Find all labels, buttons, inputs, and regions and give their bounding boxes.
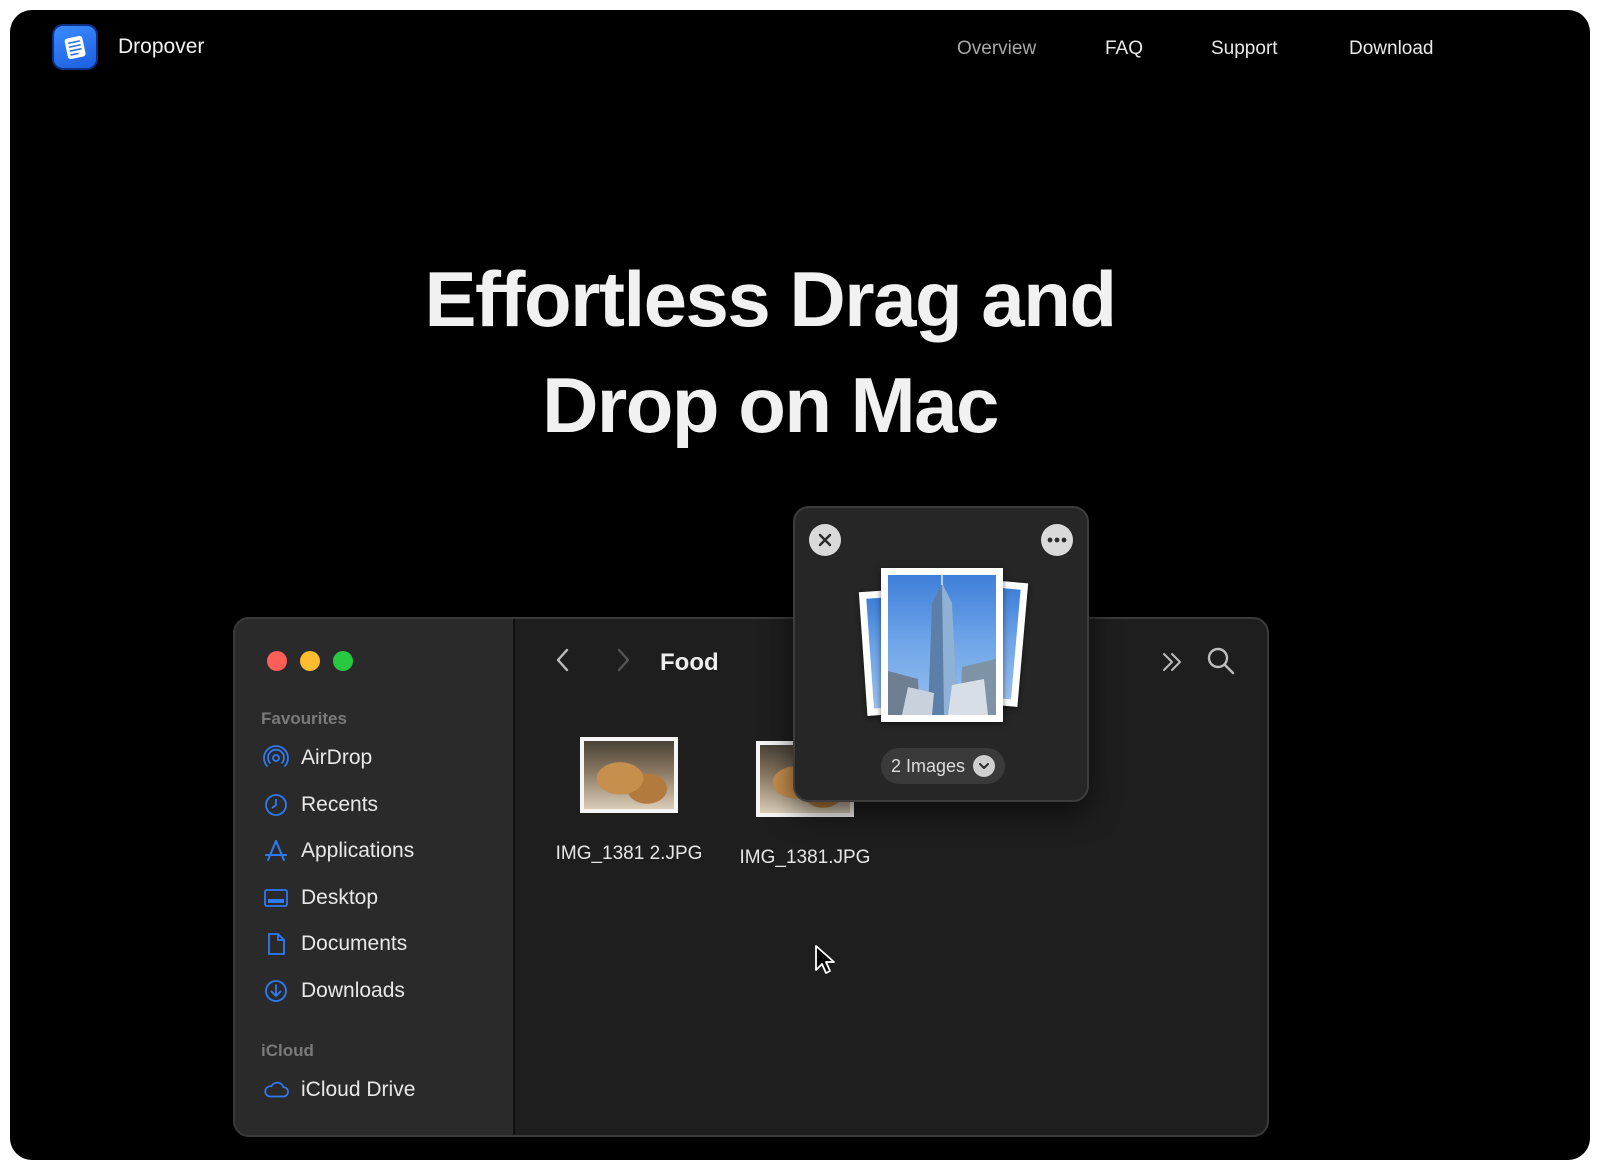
file-item[interactable]: IMG_1381 2.JPG [539,737,719,865]
image-count-label: 2 Images [890,755,966,776]
sidebar-item-label: Applications [301,839,415,862]
sidebar-item-desktop[interactable]: Desktop [263,883,378,913]
shelf-more-button[interactable] [1041,524,1073,556]
sidebar-item-label: Recents [301,793,379,816]
sidebar-item-label: AirDrop [301,746,373,769]
sidebar-item-recents[interactable]: Recents [263,790,378,820]
sidebar-item-downloads[interactable]: Downloads [263,976,405,1006]
page: Dropover Overview FAQ Support Download E… [10,10,1590,1160]
finder-window: Favourites AirDrop Recents Applications … [233,617,1269,1137]
download-icon [263,978,289,1004]
image-count-pill[interactable]: 2 Images [881,748,1005,784]
sidebar-item-label: Documents [301,932,408,955]
more-toolbar-button[interactable] [1155,645,1189,679]
sidebar-item-label: Desktop [301,886,379,909]
image-stack[interactable] [858,566,1029,726]
forward-button[interactable] [608,645,638,675]
hero-line-1: Effortless Drag and [424,255,1117,343]
chevron-right-icon [617,648,630,672]
sidebar-item-applications[interactable]: Applications [263,836,414,866]
skyscraper-photo [881,568,1003,722]
close-icon [818,533,832,547]
cloud-icon [263,1077,289,1103]
dropover-shelf[interactable]: 2 Images [793,506,1089,802]
close-window-button[interactable] [267,651,287,671]
ellipsis-icon [1047,537,1067,543]
back-button[interactable] [548,645,578,675]
finder-sidebar: Favourites AirDrop Recents Applications … [235,619,515,1135]
chevron-left-icon [556,648,569,672]
zoom-window-button[interactable] [333,651,353,671]
desktop-icon [263,885,289,911]
minimize-window-button[interactable] [300,651,320,671]
favourites-section-label: Favourites [261,709,347,728]
document-icon [263,931,289,957]
search-button[interactable] [1203,643,1239,679]
chevron-down-icon [973,755,996,777]
nav-overview-link[interactable]: Overview [957,38,1036,60]
airdrop-icon [263,745,289,771]
sidebar-item-airdrop[interactable]: AirDrop [263,743,372,773]
nav-download-link[interactable]: Download [1349,38,1434,60]
search-icon [1207,647,1235,675]
applications-icon [263,838,289,864]
file-name: IMG_1381 2.JPG [555,843,703,864]
nav-faq-link[interactable]: FAQ [1105,38,1143,60]
nav-support-link[interactable]: Support [1211,38,1278,60]
top-nav: Overview FAQ Support Download [10,38,1590,68]
hero-line-2: Drop on Mac [542,361,999,449]
folder-title: Food [660,649,719,676]
hero-heading: Effortless Drag and Drop on Mac [10,246,1530,458]
file-thumbnail [580,737,678,813]
shelf-close-button[interactable] [809,524,841,556]
mouse-pointer-icon [815,945,835,974]
icloud-section-label: iCloud [261,1041,314,1060]
clock-icon [263,792,289,818]
sidebar-item-label: Downloads [301,979,405,1002]
sidebar-item-documents[interactable]: Documents [263,929,407,959]
file-name: IMG_1381.JPG [739,847,871,868]
sidebar-item-icloud-drive[interactable]: iCloud Drive [263,1075,415,1105]
sidebar-item-label: iCloud Drive [301,1078,416,1101]
double-chevron-right-icon [1163,653,1181,671]
